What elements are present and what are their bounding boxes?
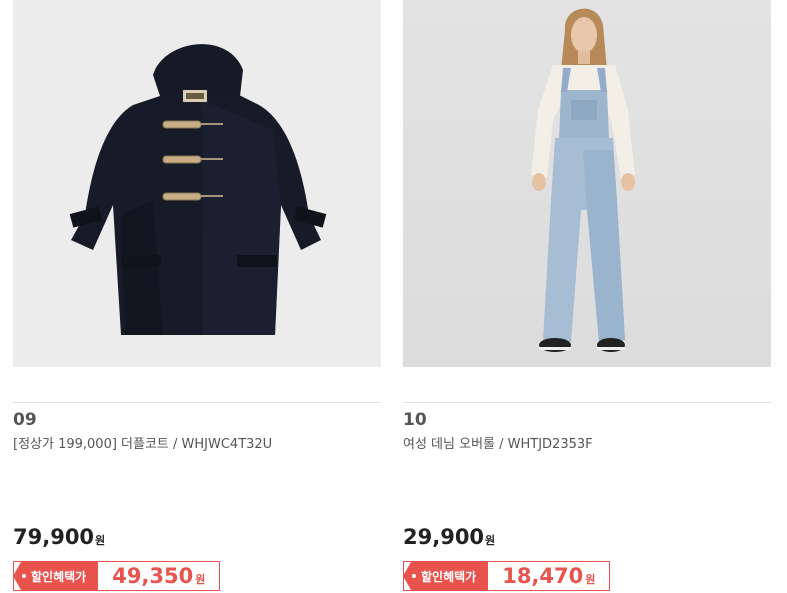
price-unit: 원 <box>485 534 496 547</box>
sale-price-unit: 원 <box>195 573 206 586</box>
product-card[interactable]: 10 여성 데님 오버롤 / WHTJD2353F 29,900원 할인혜택가 … <box>403 0 771 591</box>
sale-price-unit: 원 <box>585 573 596 586</box>
sale-tag: 할인혜택가 <box>13 562 99 590</box>
sale-label: 할인혜택가 <box>421 569 477 584</box>
price-unit: 원 <box>95 534 106 547</box>
product-card[interactable]: 09 [정상가 199,000] 더플코트 / WHJWC4T32U 79,90… <box>13 0 381 591</box>
sale-price-box: 할인혜택가 18,470 원 <box>403 561 611 591</box>
original-price: 79,900원 <box>13 525 105 549</box>
product-name[interactable]: 여성 데님 오버롤 / WHTJD2353F <box>403 433 593 452</box>
product-name[interactable]: [정상가 199,000] 더플코트 / WHJWC4T32U <box>13 433 272 452</box>
sale-price-box: 할인혜택가 49,350 원 <box>13 561 221 591</box>
duffle-coat-image <box>69 44 327 335</box>
sale-tag: 할인혜택가 <box>403 562 489 590</box>
denim-overalls-image <box>531 8 635 352</box>
tag-hole-icon <box>412 574 416 578</box>
sale-price-value: 18,470 <box>502 564 584 588</box>
tag-hole-icon <box>22 574 26 578</box>
sale-price-value: 49,350 <box>112 564 194 588</box>
product-image[interactable] <box>403 0 771 367</box>
divider <box>403 402 771 403</box>
product-rank: 09 <box>13 410 37 430</box>
original-price: 29,900원 <box>403 525 495 549</box>
product-rank: 10 <box>403 410 427 430</box>
divider <box>13 402 381 403</box>
price-value: 29,900 <box>403 525 485 549</box>
sale-label: 할인혜택가 <box>31 569 87 584</box>
product-image[interactable] <box>13 0 381 367</box>
price-value: 79,900 <box>13 525 95 549</box>
